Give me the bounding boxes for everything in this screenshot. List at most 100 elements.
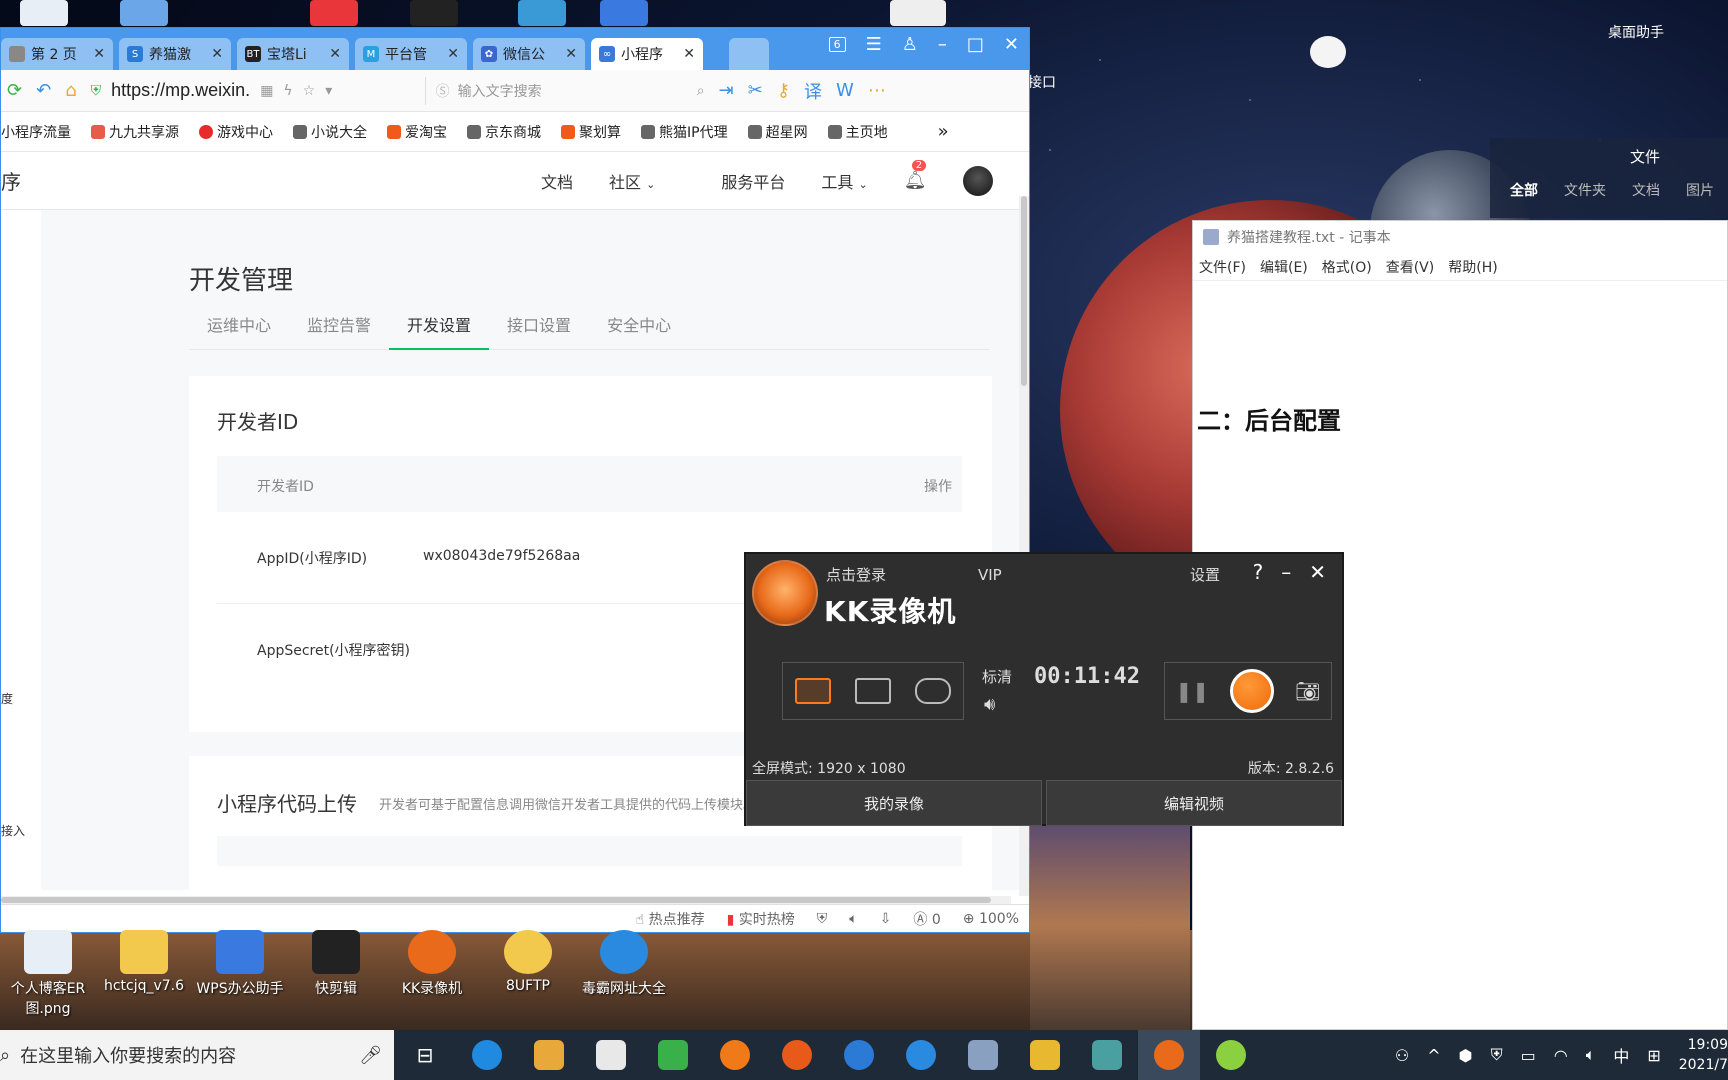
qr-code-icon[interactable] xyxy=(890,0,946,26)
translate-icon[interactable]: 译 xyxy=(804,78,822,104)
remote-desktop-icon[interactable] xyxy=(952,1030,1014,1080)
bookmark-item[interactable]: 熊猫IP代理 xyxy=(641,122,728,142)
bell-icon[interactable]: 🔔︎ 2 xyxy=(904,160,927,191)
login-link[interactable]: 点击登录 xyxy=(826,564,886,585)
skin-icon[interactable]: ♙ xyxy=(902,34,918,55)
my-videos-button[interactable]: 我的录像 xyxy=(746,780,1042,826)
settings-button[interactable]: 设置 xyxy=(1190,564,1220,585)
browser-tab-active[interactable]: ∞ 小程序 ✕ xyxy=(591,38,703,70)
nav-docs[interactable]: 文档 xyxy=(541,169,573,193)
bookmark-item[interactable]: 小程序流量 xyxy=(1,122,71,142)
close-icon[interactable]: ✕ xyxy=(447,46,459,62)
hot-recommend[interactable]: ☝ 热点推荐 xyxy=(636,909,705,929)
login-icon[interactable]: ⇥ xyxy=(719,80,734,101)
desktop-top-icon[interactable] xyxy=(518,0,566,26)
bookmark-item[interactable]: 爱淘宝 xyxy=(387,122,447,142)
wechat-logo-text[interactable]: 序 xyxy=(1,166,21,195)
battery-icon[interactable]: ▭ xyxy=(1521,1046,1536,1065)
edit-video-button[interactable]: 编辑视频 xyxy=(1046,780,1342,826)
task-view-icon[interactable]: ⊟ xyxy=(394,1030,456,1080)
menu-help[interactable]: 帮助(H) xyxy=(1448,257,1497,277)
browser-tab[interactable]: 第 2 页 ✕ xyxy=(1,38,113,70)
wifi-icon[interactable]: ◠ xyxy=(1554,1046,1568,1065)
bookmark-item[interactable]: 九九共享源 xyxy=(91,122,179,142)
browser-tab[interactable]: ✿ 微信公 ✕ xyxy=(473,38,585,70)
app-icon[interactable] xyxy=(1200,1030,1262,1080)
address-bar[interactable]: ⛨ https://mp.weixin. ▦ ϟ ☆ ▾ xyxy=(91,80,411,101)
bookmark-item[interactable]: 游戏中心 xyxy=(199,122,273,142)
more-icon[interactable]: ⋯ xyxy=(868,80,886,101)
desktop-top-icon[interactable] xyxy=(310,0,358,26)
bookmark-item[interactable]: 主页地 xyxy=(827,122,888,142)
vip-link[interactable]: VIP xyxy=(978,566,1002,584)
wps-icon[interactable]: W xyxy=(836,80,854,101)
scrollbar-thumb[interactable] xyxy=(1021,196,1027,386)
lightning-icon[interactable]: ϟ xyxy=(283,83,292,99)
taskbar-search[interactable]: ⌕ 在这里输入你要搜索的内容 🎤︎ xyxy=(0,1030,394,1080)
kk-recorder-icon[interactable] xyxy=(1138,1030,1200,1080)
tray-app-icon[interactable]: ⬢ xyxy=(1459,1046,1473,1065)
notepad-icon[interactable] xyxy=(1076,1030,1138,1080)
app-icon[interactable] xyxy=(1014,1030,1076,1080)
desktop-top-icon[interactable] xyxy=(600,0,648,26)
desktop-top-icon[interactable] xyxy=(410,0,458,26)
key-icon[interactable]: ⚷ xyxy=(777,80,790,101)
desktop-top-icon[interactable] xyxy=(20,0,68,26)
record-button[interactable] xyxy=(1230,669,1275,713)
people-icon[interactable]: ⚇ xyxy=(1395,1046,1409,1065)
notepad-text[interactable]: 二：后台配置 xyxy=(1197,401,1341,436)
player-icon[interactable] xyxy=(642,1030,704,1080)
close-icon[interactable]: ✕ xyxy=(1309,560,1326,584)
explorer-icon[interactable] xyxy=(518,1030,580,1080)
ie-icon[interactable] xyxy=(890,1030,952,1080)
search-box[interactable]: Ⓢ 输入文字搜索 ⌕ xyxy=(424,76,705,105)
scrollbar-thumb[interactable] xyxy=(1,897,991,903)
desktop-top-icon[interactable] xyxy=(120,0,168,26)
speaker-icon[interactable]: 🔈︎ xyxy=(849,911,857,927)
taskbar-search-input[interactable]: 在这里输入你要搜索的内容 xyxy=(20,1042,349,1068)
nav-service[interactable]: 服务平台 xyxy=(721,169,785,193)
close-icon[interactable]: ✕ xyxy=(565,46,577,62)
new-tab-button[interactable] xyxy=(729,38,769,70)
horizontal-scrollbar[interactable] xyxy=(1,896,1011,904)
tab-api-settings[interactable]: 接口设置 xyxy=(489,308,589,350)
home-icon[interactable]: ⌂ xyxy=(65,80,76,101)
nav-tools[interactable]: 工具 ⌄ xyxy=(821,169,867,193)
chevron-right-icon[interactable]: » xyxy=(938,121,949,142)
notepad-titlebar[interactable]: 养猫搭建教程.txt - 记事本 xyxy=(1193,221,1727,253)
help-icon[interactable]: ? xyxy=(1253,560,1264,584)
chevron-up-icon[interactable]: ^ xyxy=(1427,1046,1440,1065)
menu-file[interactable]: 文件(F) xyxy=(1199,257,1246,277)
store-icon[interactable] xyxy=(580,1030,642,1080)
desktop-icon[interactable]: 毒霸网址大全 xyxy=(576,930,672,998)
search-icon[interactable]: ⌕ xyxy=(697,83,705,99)
menu-edit[interactable]: 编辑(E) xyxy=(1260,257,1308,277)
region-mode-icon[interactable] xyxy=(855,678,891,704)
avatar[interactable] xyxy=(962,165,993,196)
desktop-icon[interactable]: 个人博客ER图.png xyxy=(0,930,96,1018)
file-tab-folder[interactable]: 文件夹 xyxy=(1564,180,1606,200)
url-text[interactable]: https://mp.weixin. xyxy=(111,80,250,101)
minimize-icon[interactable]: – xyxy=(938,34,947,55)
desktop-icon[interactable]: 8UFTP xyxy=(480,930,576,994)
tab-security[interactable]: 安全中心 xyxy=(589,308,689,350)
sidebar-snip[interactable]: 度 xyxy=(1,690,13,707)
fullscreen-mode-icon[interactable] xyxy=(795,678,831,704)
maximize-icon[interactable]: □ xyxy=(967,34,984,55)
gamepad-mode-icon[interactable] xyxy=(915,678,951,704)
browser-tab[interactable]: S 养猫激 ✕ xyxy=(119,38,231,70)
desktop-assistant-label[interactable]: 桌面助手 xyxy=(1608,22,1664,42)
appid-value[interactable]: wx08043de79f5268aa xyxy=(423,548,580,564)
star-icon[interactable]: ☆ xyxy=(303,83,316,99)
scissors-icon[interactable]: ✂ xyxy=(748,80,763,101)
quality-select[interactable]: 标清 xyxy=(982,666,1012,687)
browser-tab[interactable]: M 平台管 ✕ xyxy=(355,38,467,70)
menu-icon[interactable]: ☰ xyxy=(866,34,882,55)
minimize-icon[interactable]: – xyxy=(1281,560,1291,584)
microphone-icon[interactable]: 🎤︎ xyxy=(359,1045,394,1066)
desktop-icon[interactable]: 快剪辑 xyxy=(288,930,384,998)
file-tab-image[interactable]: 图片 xyxy=(1686,180,1714,200)
shield-icon[interactable]: ⛨ xyxy=(817,911,828,927)
file-tab-all[interactable]: 全部 xyxy=(1510,180,1538,200)
browser-tab[interactable]: BT 宝塔Li ✕ xyxy=(237,38,349,70)
